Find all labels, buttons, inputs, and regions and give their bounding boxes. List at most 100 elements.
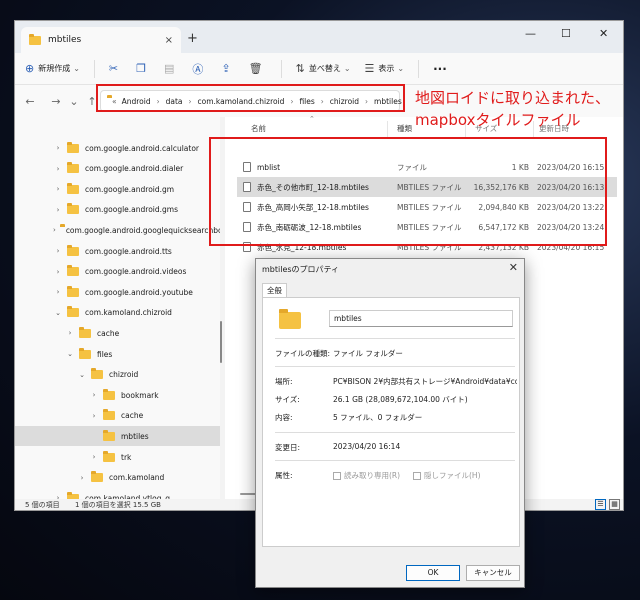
chevron-right-icon[interactable]: › [53, 206, 63, 214]
forward-arrow-icon[interactable]: → [51, 95, 61, 108]
chevron-down-icon[interactable]: ⌄ [53, 309, 63, 317]
ok-button[interactable]: OK [406, 565, 460, 581]
recent-locations-icon[interactable]: ⌄ [69, 95, 79, 108]
new-tab-button[interactable]: + [187, 31, 198, 46]
chevron-right-icon[interactable]: › [53, 268, 63, 276]
sort-button[interactable]: ⇅ 並べ替え ⌄ [296, 62, 351, 75]
new-button[interactable]: ⊕ 新規作成 ⌄ [25, 62, 80, 75]
tab-close-icon[interactable]: × [165, 35, 173, 46]
cancel-button[interactable]: キャンセル [466, 565, 520, 581]
chevron-down-icon: ⌄ [343, 64, 351, 73]
close-button[interactable]: ✕ [599, 27, 608, 40]
dialog-close-icon[interactable]: ✕ [509, 261, 518, 274]
more-options-button[interactable]: ··· [433, 62, 447, 76]
chevron-right-icon[interactable]: › [89, 391, 99, 399]
delete-button[interactable]: 🗑 [249, 62, 267, 75]
chevron-right-icon[interactable]: › [53, 144, 63, 152]
sidebar-item[interactable]: ⌄ files [15, 344, 220, 364]
sidebar-scrollbar[interactable] [220, 321, 222, 363]
folder-icon [67, 182, 79, 194]
chevron-right-icon[interactable]: › [89, 412, 99, 420]
checkbox-box [413, 471, 421, 480]
sidebar-item[interactable]: ⌄ chizroid [15, 365, 220, 385]
sidebar-item-label: com.google.android.youtube [85, 287, 193, 297]
chevron-down-icon[interactable]: ⌄ [77, 371, 87, 379]
folder-icon [79, 326, 91, 338]
folder-icon [103, 388, 115, 400]
sidebar-item-label: com.google.android.gm [85, 184, 175, 194]
copy-button[interactable]: ❐ [136, 62, 150, 75]
paste-button[interactable]: ▤ [164, 62, 178, 75]
sidebar-item[interactable]: › com.google.android.videos [15, 262, 220, 282]
toolbar-divider [418, 59, 420, 78]
sidebar-item-label: com.google.android.dialer [85, 164, 184, 174]
prop-value-location: PC¥BISON 2¥内部共有ストレージ¥Android¥data¥com.ka… [333, 377, 517, 386]
folder-icon [67, 306, 79, 318]
view-list-icon: ☰ [364, 62, 375, 75]
chevron-right-icon[interactable]: › [77, 474, 87, 482]
prop-label-attributes: 属性: [275, 471, 293, 480]
column-header-name[interactable]: 名前 [251, 117, 266, 139]
maximize-button[interactable]: ☐ [561, 27, 571, 40]
sort-icon: ⇅ [295, 62, 305, 75]
cut-button[interactable]: ✂ [109, 62, 122, 75]
back-arrow-icon[interactable]: ← [25, 95, 35, 108]
minimize-button[interactable]: — [525, 27, 536, 40]
sidebar-item-label: mbtiles [121, 431, 149, 441]
prop-value-modified: 2023/04/20 16:14 [333, 442, 401, 451]
column-header-type[interactable]: 種類 [397, 117, 412, 139]
chevron-right-icon[interactable]: › [53, 288, 63, 296]
folder-name-input[interactable]: mbtiles [329, 310, 513, 327]
sidebar-item-label: com.google.android.tts [85, 246, 172, 256]
chevron-right-icon[interactable]: › [65, 329, 75, 337]
sidebar-item[interactable]: › com.google.android.youtube [15, 282, 220, 302]
folder-icon [67, 285, 79, 297]
navigation-pane: › com.google.android.calculator › com.googl… [15, 117, 220, 499]
sidebar-item[interactable]: › cache [15, 323, 220, 343]
details-view-icon[interactable]: ☰ [595, 499, 606, 510]
column-divider [387, 121, 388, 137]
share-icon: ⇪ [221, 62, 231, 75]
chevron-down-icon[interactable]: ⌄ [65, 350, 75, 358]
sidebar-item[interactable]: › com.google.android.tts [15, 241, 220, 261]
sidebar-item[interactable]: › bookmark [15, 385, 220, 405]
chevron-right-icon[interactable]: › [53, 165, 63, 173]
chevron-right-icon[interactable]: › [89, 453, 99, 461]
share-button[interactable]: ⇪ [221, 62, 234, 75]
rename-icon: Ⓐ [192, 62, 204, 76]
prop-label-modified: 変更日: [275, 443, 301, 452]
divider [275, 460, 515, 461]
tiles-view-icon[interactable]: ▦ [609, 499, 620, 510]
annotation-address-highlight [96, 84, 405, 112]
chevron-right-icon[interactable]: › [53, 226, 56, 234]
sidebar-item[interactable]: › com.google.android.googlequicksearchbox [15, 220, 220, 240]
prop-value-type: ファイル フォルダー [333, 349, 403, 358]
rename-button[interactable]: Ⓐ [192, 61, 207, 77]
folder-icon [67, 203, 79, 215]
toolbar-divider [93, 59, 95, 78]
sidebar-item[interactable]: ⌄ com.kamoland.chizroid [15, 303, 220, 323]
sidebar-item[interactable]: mbtiles [15, 426, 220, 447]
sidebar-item[interactable]: › com.kamoland.ytlog_g [15, 488, 220, 499]
copy-icon: ❐ [136, 62, 147, 75]
hidden-checkbox[interactable]: 隠しファイル(H) [413, 470, 481, 481]
properties-dialog: mbtilesのプロパティ ✕ 全般 mbtiles ファイルの種類: ファイル… [255, 258, 525, 588]
chevron-right-icon[interactable]: › [53, 247, 63, 255]
readonly-checkbox[interactable]: 読み取り専用(R) [333, 470, 400, 481]
view-button[interactable]: ☰ 表示 ⌄ [365, 62, 405, 75]
folder-icon [103, 450, 115, 462]
sidebar-item[interactable]: › com.google.android.dialer [15, 159, 220, 179]
sidebar-item[interactable]: › com.google.android.gms [15, 200, 220, 220]
tab-mbtiles[interactable]: mbtiles × [21, 27, 181, 53]
chevron-right-icon[interactable]: › [53, 185, 63, 193]
sidebar-item[interactable]: › cache [15, 406, 220, 426]
tab-general[interactable]: 全般 [262, 283, 287, 298]
title-bar: mbtiles × + — ☐ ✕ [15, 21, 623, 53]
sidebar-item[interactable]: › com.google.android.gm [15, 179, 220, 199]
sidebar-item[interactable]: › com.kamoland [15, 468, 220, 488]
sidebar-item[interactable]: › trk [15, 447, 220, 467]
sidebar-item-label: com.google.android.gms [85, 205, 179, 215]
sidebar-item[interactable]: › com.google.android.calculator [15, 138, 220, 158]
sidebar-item-label: files [97, 349, 113, 359]
checkbox-box [333, 471, 341, 480]
